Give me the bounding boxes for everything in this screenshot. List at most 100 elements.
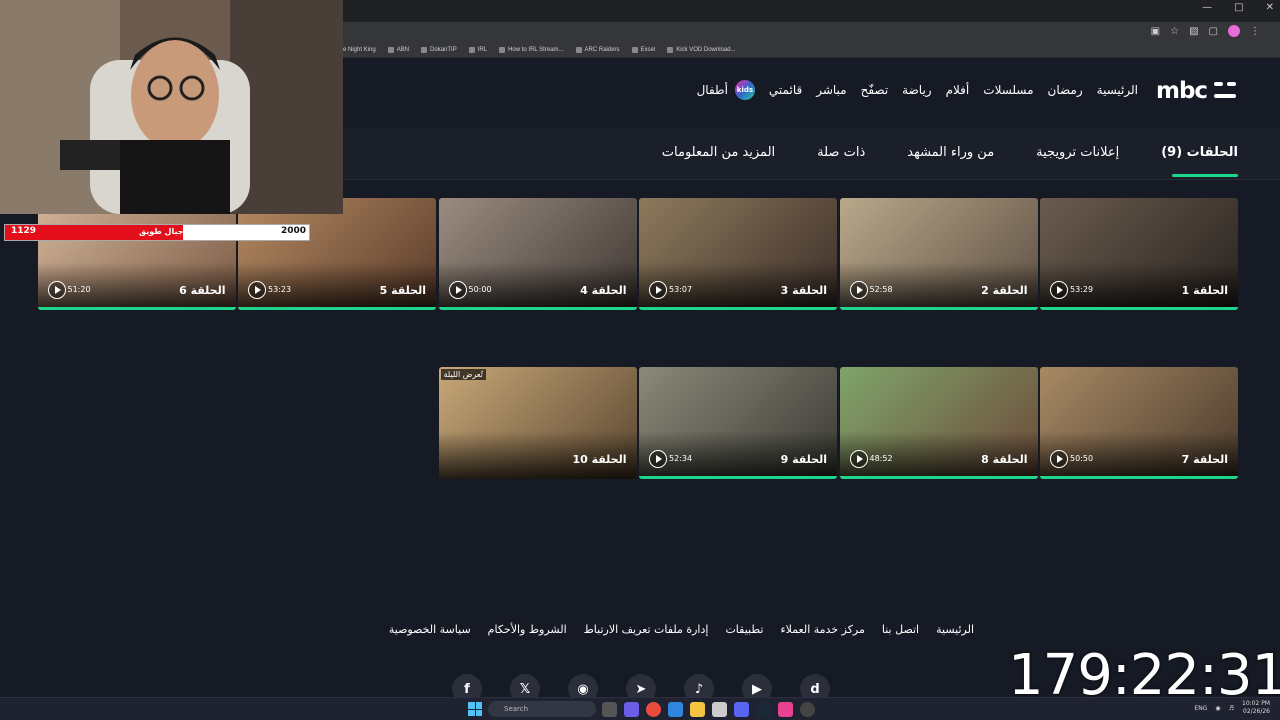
- play-icon[interactable]: [1050, 281, 1068, 299]
- play-icon[interactable]: [1050, 450, 1068, 468]
- profile-avatar[interactable]: [1228, 25, 1240, 37]
- episode-title: الحلقة 9: [780, 453, 827, 466]
- episode-title: الحلقة 7: [1181, 453, 1228, 466]
- footer-link-apps[interactable]: تطبيقات: [725, 623, 763, 636]
- footer-link-contact[interactable]: اتصل بنا: [882, 623, 919, 636]
- footer-links: الرئيسية اتصل بنا مركز خدمة العملاء تطبي…: [389, 623, 974, 636]
- minimize-icon[interactable]: —: [1202, 2, 1212, 13]
- footer-link-customer-service[interactable]: مركز خدمة العملاء: [780, 623, 864, 636]
- bookmark-label: DokanTIP: [430, 46, 457, 53]
- bookmark-item[interactable]: e Night King: [343, 47, 376, 53]
- episode-duration: 50:00: [468, 285, 492, 294]
- play-icon[interactable]: [248, 281, 266, 299]
- nav-item-ramadan[interactable]: رمضان: [1048, 83, 1083, 97]
- play-icon[interactable]: [649, 281, 667, 299]
- active-tab-indicator: [1172, 174, 1238, 177]
- windows-taskbar: Search ENG ◉ ♬ 10:02 PM 02/26/26: [0, 697, 1280, 720]
- taskbar-search[interactable]: Search: [488, 701, 596, 717]
- webcam-overlay: [0, 0, 343, 214]
- edge-icon[interactable]: [668, 702, 683, 717]
- sidebar-icon[interactable]: ▢: [1209, 26, 1218, 37]
- play-icon[interactable]: [849, 450, 868, 468]
- episode-progress-bar: [1040, 307, 1238, 310]
- nav-item-sports[interactable]: رياضة: [902, 83, 931, 97]
- bookmark-item[interactable]: IRL: [468, 46, 487, 53]
- episode-card[interactable]: تُعرض الليلة الحلقة 10: [438, 367, 637, 479]
- bookmark-item[interactable]: ABN: [387, 46, 409, 53]
- nav-item-home[interactable]: الرئيسية: [1097, 83, 1138, 97]
- airs-tonight-badge: تُعرض الليلة: [440, 369, 486, 380]
- volume-icon[interactable]: ♬: [1229, 705, 1234, 712]
- episode-card[interactable]: الحلقة 6 51:20: [37, 198, 236, 310]
- bookmark-item[interactable]: Kick VOD Download...: [667, 46, 736, 53]
- bookmark-favicon-icon: [499, 46, 506, 53]
- tab-promos[interactable]: إعلانات ترويجية: [1036, 145, 1119, 160]
- play-icon[interactable]: [448, 281, 467, 299]
- close-icon[interactable]: ✕: [1266, 2, 1274, 13]
- taskbar-clock[interactable]: 10:02 PM 02/26/26: [1242, 700, 1270, 716]
- bookmark-label: Kick VOD Download...: [676, 46, 736, 53]
- bookmark-favicon-icon: [631, 46, 638, 53]
- tab-behind-the-scenes[interactable]: من وراء المشهد: [907, 145, 994, 160]
- extensions-icon[interactable]: ▨: [1189, 26, 1198, 37]
- file-explorer-icon[interactable]: [690, 702, 705, 717]
- bookmark-favicon-icon: [387, 46, 394, 53]
- menu-icon[interactable]: ⋮: [1250, 26, 1260, 37]
- windows-start-icon[interactable]: [468, 702, 482, 716]
- episode-progress-bar: [839, 307, 1038, 310]
- episode-card[interactable]: الحلقة 2 52:58: [839, 198, 1038, 310]
- episode-card[interactable]: الحلقة 8 48:52: [839, 367, 1038, 479]
- episode-card[interactable]: الحلقة 5 53:23: [238, 198, 436, 310]
- nav-item-series[interactable]: مسلسلات: [983, 83, 1033, 97]
- episode-card[interactable]: الحلقة 7 50:50: [1040, 367, 1238, 479]
- nav-item-live[interactable]: مباشر: [816, 83, 846, 97]
- cast-icon[interactable]: ▣: [1151, 26, 1160, 37]
- episode-progress-bar: [639, 307, 837, 310]
- bookmark-item[interactable]: ARC Raiders: [575, 46, 620, 53]
- nav-item-browse[interactable]: تصفّح: [861, 83, 889, 97]
- steam-icon[interactable]: [756, 702, 771, 717]
- bookmark-item[interactable]: Excel: [631, 46, 655, 53]
- nav-item-my-list[interactable]: قائمتي: [769, 83, 802, 97]
- footer-link-terms[interactable]: الشروط والأحكام: [488, 623, 567, 636]
- star-icon[interactable]: ☆: [1170, 26, 1179, 37]
- episode-card[interactable]: الحلقة 4 50:00: [438, 198, 637, 310]
- tab-more-info[interactable]: المزيد من المعلومات: [662, 145, 775, 160]
- wifi-icon[interactable]: ◉: [1215, 705, 1220, 712]
- stream-timer: 179:22:31: [1008, 643, 1280, 708]
- scoreboard-right-value: 2000: [281, 226, 307, 236]
- task-view-icon[interactable]: [602, 702, 617, 717]
- bookmark-item[interactable]: How to IRL Stream...: [499, 46, 564, 53]
- footer-link-home[interactable]: الرئيسية: [936, 623, 974, 636]
- bookmark-item[interactable]: DokanTIP: [421, 46, 457, 53]
- language-indicator[interactable]: ENG: [1194, 705, 1207, 712]
- main-nav: الرئيسية رمضان مسلسلات أفلام رياضة تصفّح…: [697, 80, 1138, 100]
- mbc-logo[interactable]: mbc: [1156, 78, 1208, 104]
- tab-related[interactable]: ذات صلة: [817, 145, 865, 160]
- tab-episodes[interactable]: الحلقات (9): [1161, 145, 1238, 160]
- play-icon[interactable]: [47, 281, 66, 299]
- app-icon[interactable]: [778, 702, 793, 717]
- episode-card[interactable]: الحلقة 3 53:07: [639, 198, 837, 310]
- maximize-icon[interactable]: □: [1234, 2, 1243, 13]
- footer-link-privacy[interactable]: سياسة الخصوصية: [389, 623, 471, 636]
- footer-link-cookies[interactable]: إدارة ملفات تعريف الارتباط: [584, 623, 709, 636]
- episode-card[interactable]: الحلقة 1 53:29: [1040, 198, 1238, 310]
- play-icon[interactable]: [849, 281, 868, 299]
- episode-title: الحلقة 4: [580, 284, 627, 297]
- episode-title: الحلقة 6: [179, 284, 226, 297]
- store-icon[interactable]: [712, 702, 727, 717]
- nav-item-kids[interactable]: kids أطفال: [697, 80, 755, 100]
- episode-duration: 52:34: [669, 454, 693, 463]
- episode-card[interactable]: الحلقة 9 52:34: [639, 367, 837, 479]
- screen: — □ ✕ ▣ ☆ ▨ ▢ ⋮ e Night King ABN DokanTIP I…: [0, 0, 1280, 720]
- webcam-image: [0, 0, 343, 214]
- discord-icon[interactable]: [734, 702, 749, 717]
- play-icon[interactable]: [649, 450, 667, 468]
- copilot-icon[interactable]: [624, 702, 639, 717]
- chrome-icon[interactable]: [646, 702, 661, 717]
- window-controls: — □ ✕: [1202, 2, 1274, 13]
- obs-icon[interactable]: [800, 702, 815, 717]
- nav-item-movies[interactable]: أفلام: [946, 83, 970, 97]
- bookmark-favicon-icon: [667, 46, 674, 53]
